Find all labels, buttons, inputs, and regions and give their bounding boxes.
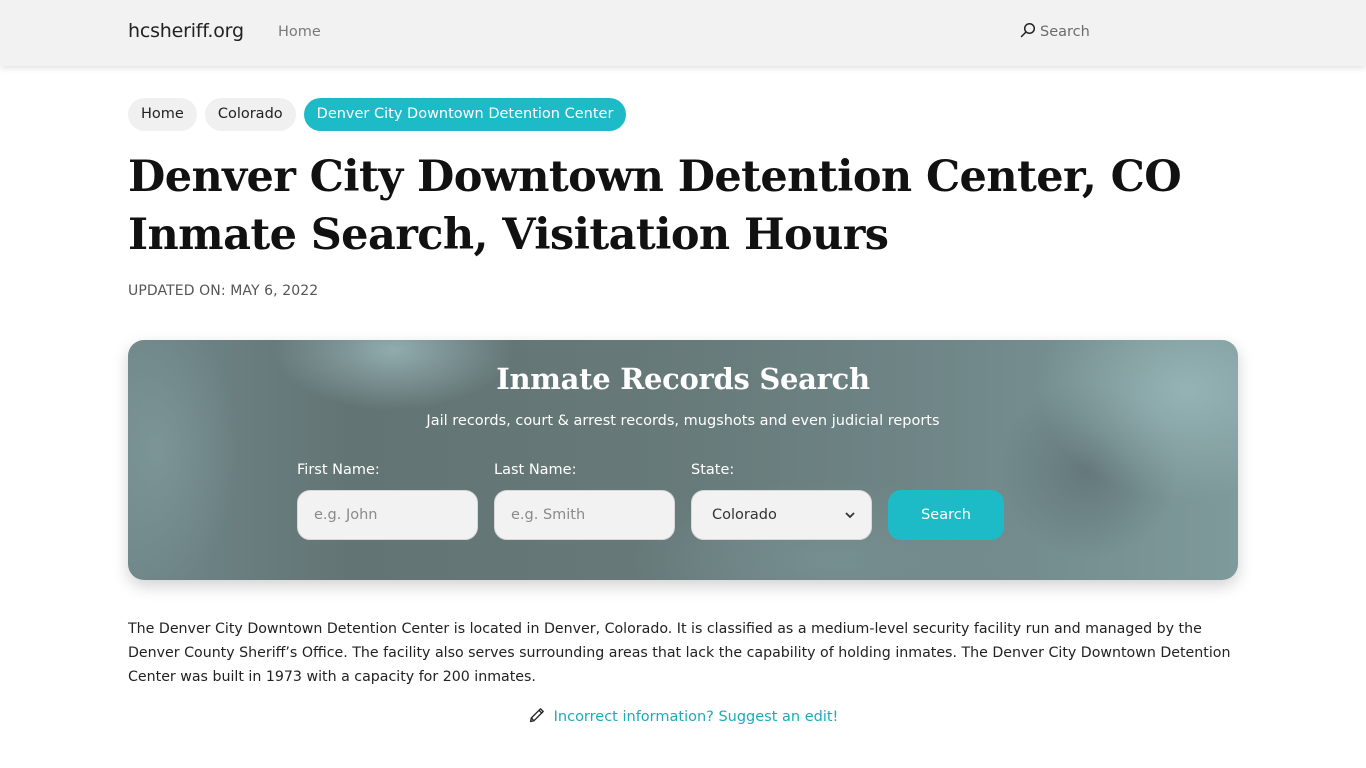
inmate-search-panel: Inmate Records Search Jail records, cour…	[128, 340, 1238, 580]
breadcrumb-item-colorado[interactable]: Colorado	[204, 98, 296, 131]
state-label: State:	[691, 462, 735, 478]
first-name-input[interactable]	[297, 490, 478, 540]
search-panel-subtitle: Jail records, court & arrest records, mu…	[426, 413, 940, 429]
state-select-value: Colorado	[712, 507, 777, 523]
facility-description: The Denver City Downtown Detention Cente…	[128, 621, 1231, 685]
search-panel-title: Inmate Records Search	[496, 362, 870, 396]
nav-search-button[interactable]: Search	[1020, 22, 1090, 42]
first-name-label: First Name:	[297, 462, 380, 478]
nav-home-link[interactable]: Home	[278, 24, 321, 40]
page-title-line-2: Inmate Search, Visitation Hours	[128, 210, 889, 260]
breadcrumb-item-home[interactable]: Home	[128, 98, 197, 131]
page-title-line-1: Denver City Downtown Detention Center, C…	[128, 152, 1182, 202]
navbar: hcsheriff.org Home Search	[0, 0, 1366, 66]
last-name-label: Last Name:	[494, 462, 577, 478]
search-submit-button[interactable]: Search	[888, 490, 1004, 540]
pencil-icon	[528, 706, 546, 728]
updated-date: UPDATED ON: MAY 6, 2022	[128, 283, 319, 299]
nav-search-label: Search	[1040, 24, 1090, 40]
search-icon	[1020, 22, 1036, 42]
suggest-edit: Incorrect information? Suggest an edit!	[0, 706, 1366, 728]
breadcrumb: Home Colorado Denver City Downtown Deten…	[128, 98, 627, 131]
state-select[interactable]: Colorado	[691, 490, 872, 540]
breadcrumb-item-current[interactable]: Denver City Downtown Detention Center	[303, 98, 627, 131]
last-name-input[interactable]	[494, 490, 675, 540]
brand-logo-link[interactable]: hcsheriff.org	[128, 20, 244, 42]
chevron-down-icon	[845, 509, 855, 522]
suggest-edit-link[interactable]: Incorrect information? Suggest an edit!	[554, 709, 839, 725]
page-title: Denver City Downtown Detention Center, C…	[128, 148, 1238, 264]
